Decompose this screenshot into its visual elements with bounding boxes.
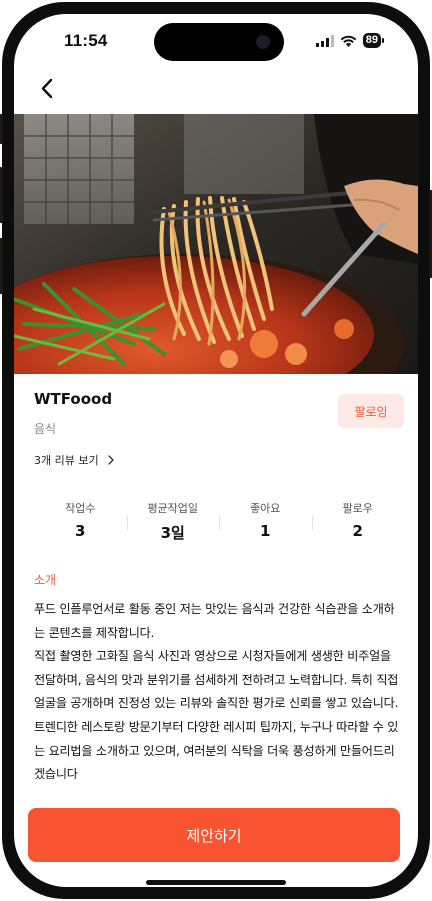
cellular-signal-icon	[315, 34, 334, 47]
stat-value: 1	[260, 522, 271, 540]
intro-heading: 소개	[34, 573, 57, 587]
status-time: 11:54	[64, 31, 108, 50]
action-button	[0, 114, 3, 144]
stat-likes: 좋아요 1	[219, 500, 312, 544]
chevron-right-icon	[107, 455, 114, 465]
scroll-fade	[14, 774, 418, 804]
propose-button[interactable]: 제안하기	[28, 808, 400, 862]
wifi-icon	[340, 35, 357, 47]
front-camera-icon	[256, 35, 270, 49]
stat-label: 평균작업일	[147, 502, 199, 515]
volume-up-button	[0, 167, 3, 223]
hero-image	[14, 114, 418, 374]
stat-value: 2	[352, 522, 363, 540]
screen: 11:54 89 WTFoood 음식 팔로잉 3개 리뷰 보기 작업수 3 평…	[14, 14, 418, 887]
following-button[interactable]: 팔로잉	[338, 394, 404, 428]
noodle-photo	[14, 114, 418, 374]
stat-label: 팔로우	[342, 502, 373, 515]
stat-tasks: 작업수 3	[34, 500, 127, 544]
stat-avg-work-days: 평균작업일 3일	[126, 500, 220, 544]
stat-value: 3	[75, 522, 86, 540]
battery-tip	[382, 38, 384, 43]
view-reviews-link[interactable]: 3개 리뷰 보기	[34, 452, 115, 468]
back-button[interactable]	[34, 74, 64, 104]
status-bar: 11:54 89	[14, 14, 418, 68]
profile-name: WTFoood	[34, 390, 113, 408]
phone-frame: 11:54 89 WTFoood 음식 팔로잉 3개 리뷰 보기 작업수 3 평…	[0, 2, 432, 899]
stat-label: 작업수	[65, 502, 96, 515]
stat-follows: 팔로우 2	[311, 500, 405, 544]
chevron-left-icon	[41, 78, 53, 99]
stat-label: 좋아요	[250, 502, 281, 515]
battery-icon: 89	[362, 33, 381, 48]
intro-body: 푸드 인플루언서로 활동 중인 저는 맛있는 음식과 건강한 식습관을 소개하는…	[34, 602, 399, 781]
dynamic-island	[154, 23, 284, 61]
profile-stats: 작업수 3 평균작업일 3일 좋아요 1 팔로우 2	[34, 500, 404, 544]
volume-down-button	[0, 238, 3, 294]
profile-category: 음식	[34, 422, 57, 436]
home-indicator[interactable]	[146, 880, 286, 885]
view-reviews-label: 3개 리뷰 보기	[34, 454, 99, 467]
stat-value: 3일	[160, 524, 185, 542]
status-icons: 89	[315, 33, 384, 48]
